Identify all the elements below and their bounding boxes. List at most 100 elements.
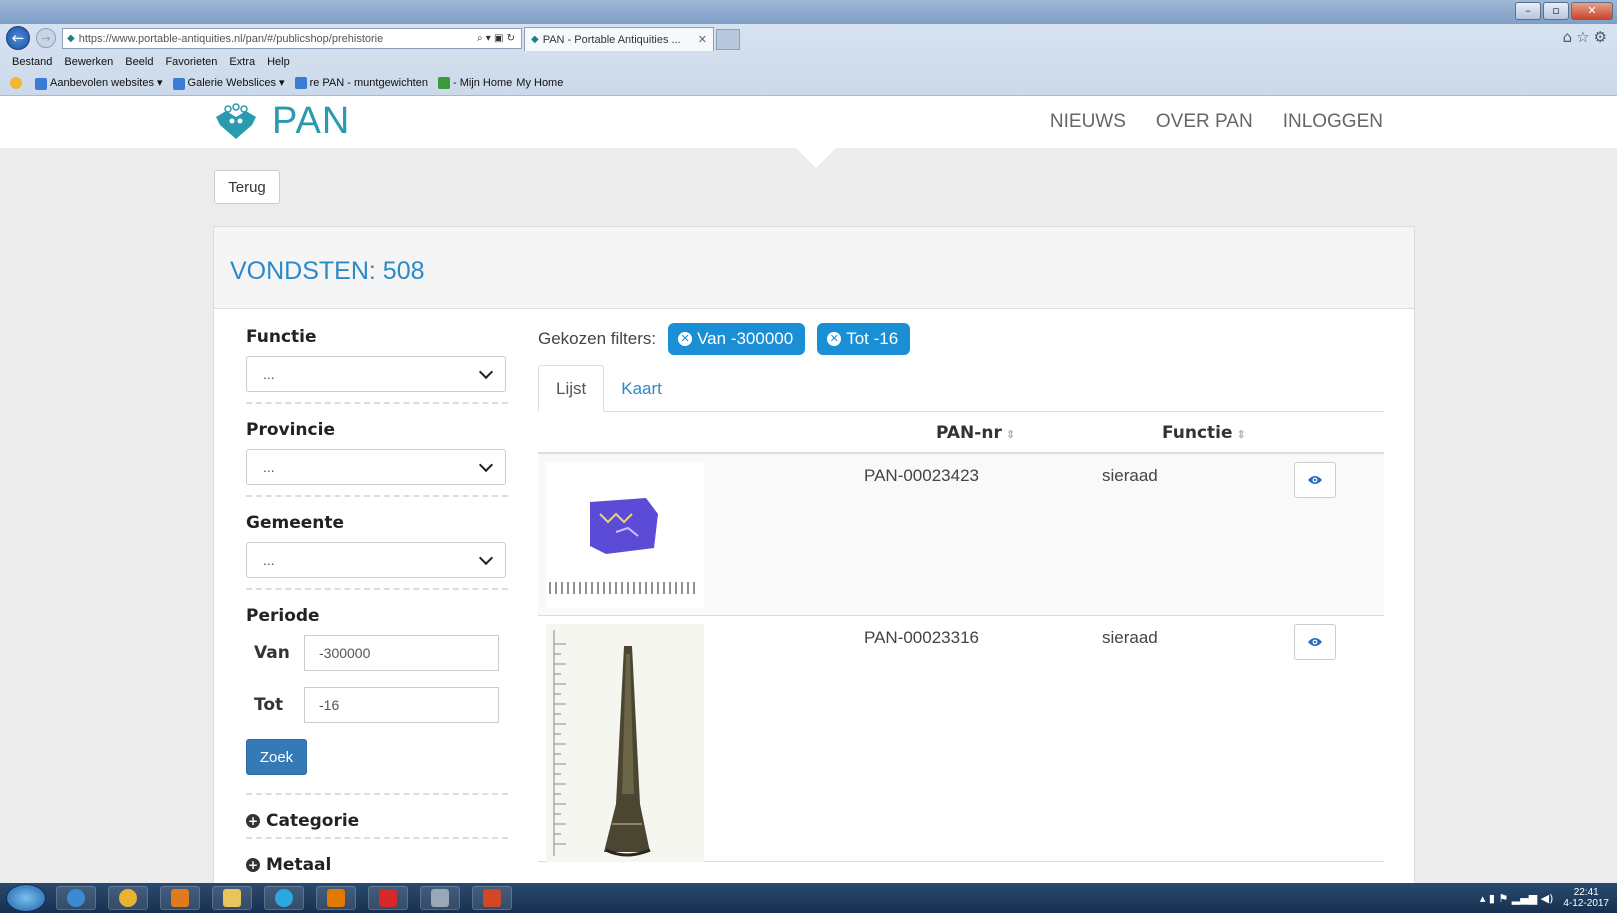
menu-item[interactable]: Bestand	[12, 56, 52, 68]
menu-item[interactable]: Help	[267, 56, 290, 68]
taskbar-explorer[interactable]	[212, 886, 252, 910]
taskbar-calculator[interactable]	[420, 886, 460, 910]
favorites-item[interactable]: Aanbevolen websites ▾	[35, 76, 163, 90]
minimize-button[interactable]: –	[1515, 2, 1541, 20]
remove-filter-icon: ✕	[827, 332, 842, 346]
menu-item[interactable]: Beeld	[125, 56, 153, 68]
address-bar[interactable]: ◆ https://www.portable-antiquities.nl/pa…	[62, 28, 522, 49]
browser-tab-title: PAN - Portable Antiquities ...	[542, 33, 681, 46]
menu-item[interactable]: Favorieten	[165, 56, 217, 68]
maximize-button[interactable]: ▫	[1543, 2, 1569, 20]
browser-nav-row: ← → ◆ https://www.portable-antiquities.n…	[0, 24, 1617, 52]
nav-link-over-pan[interactable]: OVER PAN	[1156, 111, 1253, 133]
gemeente-select[interactable]: ...	[246, 542, 506, 578]
favorites-item[interactable]: My Home	[516, 77, 563, 89]
collapsible-label: Metaal	[266, 855, 332, 875]
browser-tab[interactable]: ◆ PAN - Portable Antiquities ... ✕	[524, 27, 714, 51]
skype-icon	[275, 889, 293, 907]
taskbar-ie[interactable]	[56, 886, 96, 910]
find-image-glass-fragment	[549, 498, 695, 594]
tab-kaart[interactable]: Kaart	[604, 365, 679, 412]
chip-label: Van -300000	[697, 329, 794, 348]
favorites-star-icon[interactable]: ☆	[1576, 28, 1593, 46]
logo-text: PAN	[272, 100, 351, 142]
filter-provincie: Provincie ...	[246, 420, 508, 497]
address-controls-icon[interactable]: ⌕ ▾ ▣ ↻	[477, 33, 521, 44]
illustrator-icon	[327, 889, 345, 907]
browser-back-button[interactable]: ←	[6, 26, 30, 50]
taskbar-illustrator[interactable]	[316, 886, 356, 910]
site-favicon-icon: ◆	[67, 33, 75, 44]
filter-label: Provincie	[246, 420, 335, 440]
filter-functie: Functie ...	[246, 327, 508, 404]
select-value: ...	[263, 366, 275, 382]
provincie-select[interactable]: ...	[246, 449, 506, 485]
arrow-left-icon: ←	[11, 29, 25, 47]
search-button[interactable]: Zoek	[246, 739, 307, 775]
browser-forward-button[interactable]: →	[36, 28, 56, 48]
menu-item[interactable]: Extra	[229, 56, 255, 68]
chosen-filters-label: Gekozen filters:	[538, 329, 657, 348]
back-button[interactable]: Terug	[214, 170, 280, 204]
results-title: VONDSTEN: 508	[230, 257, 425, 285]
filter-metaal[interactable]: + Metaal	[246, 855, 508, 875]
nav-link-nieuws[interactable]: NIEUWS	[1050, 111, 1126, 133]
eye-icon	[1308, 638, 1322, 646]
taskbar-outlook[interactable]	[160, 886, 200, 910]
favorites-item[interactable]: re PAN - muntgewichten	[294, 77, 428, 90]
taskbar-chrome[interactable]	[108, 886, 148, 910]
filter-label: Periode	[246, 606, 320, 626]
site-logo[interactable]: PAN	[214, 100, 350, 143]
chevron-down-icon	[478, 550, 494, 565]
acrobat-icon	[379, 889, 397, 907]
tot-input[interactable]	[304, 687, 499, 723]
filter-chip-van[interactable]: ✕ Van -300000	[668, 323, 806, 355]
column-header-pannr[interactable]: PAN-nr ⇕	[936, 423, 1015, 443]
favorites-item[interactable]: - Mijn Home	[437, 77, 512, 90]
tot-label: Tot	[254, 695, 284, 715]
eye-icon	[1308, 476, 1322, 484]
van-input[interactable]	[304, 635, 499, 671]
system-clock[interactable]: 22:41 4-12-2017	[1563, 887, 1609, 909]
taskbar-powerpoint[interactable]	[472, 886, 512, 910]
chevron-down-icon	[478, 364, 494, 379]
filter-chip-tot[interactable]: ✕ Tot -16	[817, 323, 911, 355]
taskbar-skype[interactable]	[264, 886, 304, 910]
top-nav: NIEUWS OVER PAN INLOGGEN	[1050, 111, 1383, 133]
plus-circle-icon: +	[246, 814, 260, 828]
ie-page-icon	[35, 77, 47, 90]
chrome-icon	[119, 889, 137, 907]
tray-icons[interactable]: ▴ ▮ ⚑ ▂▄▆ ◀)	[1480, 892, 1554, 905]
browser-chrome: – ▫ ✕ ← → ◆ https://www.portable-antiqui…	[0, 0, 1617, 96]
ie-icon	[67, 889, 85, 907]
address-url[interactable]: https://www.portable-antiquities.nl/pan/…	[79, 33, 477, 45]
find-thumbnail[interactable]	[546, 462, 704, 608]
arrow-right-icon: →	[41, 31, 51, 45]
view-button[interactable]	[1294, 624, 1336, 660]
start-button[interactable]	[6, 884, 46, 912]
find-thumbnail[interactable]	[546, 624, 704, 862]
column-header-functie[interactable]: Functie ⇕	[1162, 423, 1246, 443]
favorites-item[interactable]: Galerie Webslices ▾	[172, 76, 285, 90]
favorites-bar: Aanbevolen websites ▾ Galerie Webslices …	[0, 72, 1617, 94]
functie-select[interactable]: ...	[246, 356, 506, 392]
browser-toolbar-icons[interactable]: ⌂☆⚙	[1563, 28, 1611, 46]
menu-item[interactable]: Bewerken	[64, 56, 113, 68]
filter-label: Gemeente	[246, 513, 345, 533]
nav-link-inloggen[interactable]: INLOGGEN	[1283, 111, 1383, 133]
close-window-button[interactable]: ✕	[1571, 2, 1613, 20]
taskbar-acrobat[interactable]	[368, 886, 408, 910]
tab-lijst[interactable]: Lijst	[538, 365, 605, 412]
tab-close-icon[interactable]: ✕	[698, 33, 707, 46]
filter-categorie[interactable]: + Categorie	[246, 811, 508, 839]
favorites-star-icon[interactable]	[10, 77, 25, 90]
results-panel-header: VONDSTEN: 508	[214, 227, 1414, 309]
chip-label: Tot -16	[846, 329, 899, 348]
view-button[interactable]	[1294, 462, 1336, 498]
chosen-filters: Gekozen filters: ✕ Van -300000 ✕ Tot -16	[538, 323, 1384, 355]
gear-icon[interactable]: ⚙	[1594, 28, 1611, 46]
home-page-icon	[437, 77, 450, 90]
new-tab-button[interactable]	[716, 29, 740, 50]
home-icon[interactable]: ⌂	[1563, 28, 1577, 46]
van-label: Van	[254, 643, 290, 663]
